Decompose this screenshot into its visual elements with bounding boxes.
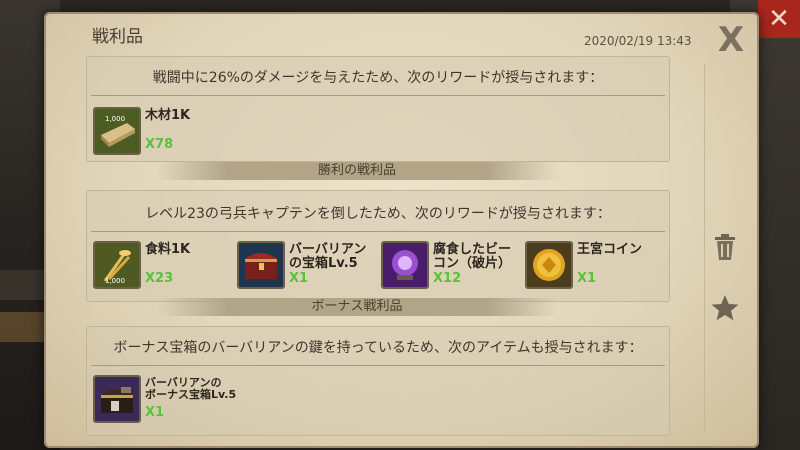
background-tab-highlight bbox=[0, 312, 48, 342]
item-quantity: X1 bbox=[145, 405, 165, 420]
reward-item[interactable]: 1,000 食料1K X23 bbox=[93, 241, 233, 297]
item-name-line: 腐食したビー bbox=[433, 242, 512, 257]
item-name: 食料1K bbox=[145, 242, 191, 257]
item-name: 木材1K bbox=[145, 108, 191, 123]
coin-icon bbox=[525, 241, 573, 289]
item-name-line: ボーナス宝箱Lv.5 bbox=[145, 388, 237, 401]
loot-report-panel: 戦利品 2020/02/19 13:43 X 戦闘中に26%のダメージを与えたた… bbox=[44, 12, 759, 448]
victory-loot-section: レベル23の弓兵キャプテンを倒したため、次のリワードが授与されます： 1,000… bbox=[86, 190, 670, 302]
item-name-line: の宝箱Lv.5 bbox=[289, 256, 358, 271]
svg-text:1,000: 1,000 bbox=[105, 115, 125, 123]
item-name-line: コン（破片） bbox=[433, 256, 512, 271]
item-quantity: X1 bbox=[289, 271, 309, 286]
svg-text:1,000: 1,000 bbox=[105, 277, 125, 285]
item-name-line: バーバリアン bbox=[289, 242, 367, 257]
wood-icon: 1,000 bbox=[93, 107, 141, 155]
reward-item[interactable]: 腐食したビー コン（破片） X12 bbox=[381, 241, 521, 297]
item-quantity: X23 bbox=[145, 271, 174, 286]
item-name: 腐食したビー コン（破片） bbox=[433, 243, 511, 271]
reward-item[interactable]: 1,000 木材1K X78 bbox=[93, 107, 253, 163]
section-rule bbox=[91, 231, 665, 232]
reward-item[interactable]: バーバリアンの ボーナス宝箱Lv.5 X1 bbox=[93, 375, 273, 431]
item-name: バーバリアン の宝箱Lv.5 bbox=[289, 243, 366, 271]
item-name: 王宮コイン bbox=[577, 242, 643, 257]
background-tab bbox=[0, 270, 48, 300]
section-heading: 戦闘中に26%のダメージを与えたため、次のリワードが授与されます： bbox=[152, 70, 604, 86]
section-rule bbox=[91, 95, 665, 96]
section-heading: レベル23の弓兵キャプテンを倒したため、次のリワードが授与されます： bbox=[145, 206, 611, 222]
bonus-loot-divider: ボーナス戦利品 bbox=[156, 298, 558, 316]
food-icon: 1,000 bbox=[93, 241, 141, 289]
side-divider bbox=[704, 64, 705, 434]
trash-icon bbox=[715, 234, 735, 260]
victory-loot-divider: 勝利の戦利品 bbox=[156, 162, 558, 180]
delete-button[interactable] bbox=[708, 230, 742, 264]
bonus-loot-section: ボーナス宝箱のバーバリアンの鍵を持っているため、次のアイテムも授与されます： バ… bbox=[86, 326, 670, 436]
favorite-button[interactable] bbox=[708, 291, 742, 325]
panel-title: 戦利品 bbox=[92, 27, 143, 47]
item-name: バーバリアンの ボーナス宝箱Lv.5 bbox=[145, 377, 236, 401]
item-quantity: X12 bbox=[433, 271, 462, 286]
section-rule bbox=[91, 365, 665, 366]
reward-item[interactable]: 王宮コイン X1 bbox=[525, 241, 665, 297]
section-heading: ボーナス宝箱のバーバリアンの鍵を持っているため、次のアイテムも授与されます： bbox=[113, 340, 643, 356]
damage-reward-section: 戦闘中に26%のダメージを与えたため、次のリワードが授与されます： 1,000 … bbox=[86, 56, 670, 162]
close-button[interactable]: X bbox=[716, 23, 746, 57]
reward-item[interactable]: バーバリアン の宝箱Lv.5 X1 bbox=[237, 241, 377, 297]
bonus-chest-icon bbox=[93, 375, 141, 423]
beacon-icon bbox=[381, 241, 429, 289]
background-close-icon: ✕ bbox=[758, 0, 800, 38]
chest-icon bbox=[237, 241, 285, 289]
item-quantity: X78 bbox=[145, 137, 174, 152]
item-quantity: X1 bbox=[577, 271, 597, 286]
timestamp: 2020/02/19 13:43 bbox=[584, 34, 692, 48]
star-icon bbox=[711, 295, 739, 321]
